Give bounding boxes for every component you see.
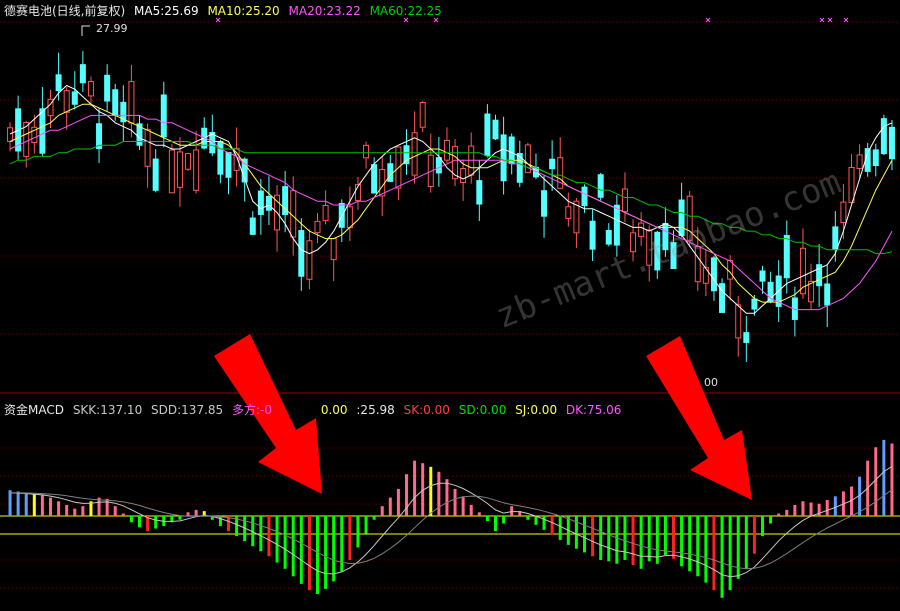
candle-body (840, 201, 847, 224)
candle-body (176, 151, 183, 188)
skk-label: SKK:137.10 (72, 403, 143, 417)
signal-mark (705, 17, 711, 23)
candle-body (298, 230, 305, 277)
candle-body (638, 222, 645, 237)
candle-body (783, 234, 790, 279)
candle-body (888, 126, 895, 160)
candle-body (55, 74, 62, 92)
candle-body (346, 206, 353, 229)
candle-body (104, 74, 111, 102)
macd-legend: 资金MACD SKK:137.10 SDD:137.85 多方:-0 0.00 … (4, 401, 626, 418)
candle-body (257, 190, 264, 215)
ma10-label: MA10:25.20 (207, 4, 280, 18)
candle-body (476, 180, 483, 205)
candle-body (743, 332, 750, 343)
candle-body (484, 113, 491, 157)
ma60-label: MA60:22.25 (369, 4, 442, 18)
candle-body (185, 153, 192, 170)
candle-body (613, 204, 620, 246)
candle-body (702, 267, 709, 284)
candle-body (39, 108, 46, 154)
candle-body (549, 158, 556, 170)
candle-body (63, 90, 70, 113)
candle-body (314, 220, 321, 234)
candle-body (403, 145, 410, 165)
candle-body (735, 304, 742, 339)
duofang-label: 多方:-0 (232, 403, 273, 417)
candle-body (872, 149, 879, 167)
candle-body (290, 190, 297, 238)
candle-body (112, 89, 119, 116)
ma5-label: MA5:25.69 (134, 4, 199, 18)
candle-body (605, 230, 612, 245)
candle-body (710, 257, 717, 292)
ma20-label: MA20:23.22 (288, 4, 361, 18)
candle-body (621, 188, 628, 213)
candle-body (443, 139, 450, 161)
candle-body (160, 94, 167, 138)
candle-body (71, 91, 78, 105)
candle-body (581, 186, 588, 207)
price-legend: 德赛电池(日线,前复权) MA5:25.69 MA10:25.20 MA20:2… (4, 2, 447, 19)
candle-body (225, 151, 232, 178)
candle-body (79, 64, 86, 84)
candle-body (759, 270, 766, 282)
candle-body (144, 128, 151, 167)
low-price-annotation: 00 (704, 376, 718, 389)
candle-body (330, 238, 337, 261)
red-arrow-right (646, 336, 752, 500)
sdd-label: SDD:137.85 (151, 403, 224, 417)
sk-label: SK:0.00 (403, 403, 450, 417)
macd-title: 资金MACD (4, 403, 64, 417)
candle-body (371, 164, 378, 194)
candle-body (322, 204, 329, 222)
candle-body (824, 283, 831, 306)
candle-body (460, 168, 467, 183)
sd-label: SD:0.00 (458, 403, 507, 417)
candle-body (419, 101, 426, 128)
candle-body (379, 169, 386, 197)
candle-body (193, 149, 200, 191)
candle-body (435, 157, 442, 174)
candle-body (363, 144, 370, 159)
candle-body (265, 195, 272, 211)
candle-body (168, 149, 175, 194)
candle-body (751, 298, 758, 310)
candle-body (492, 119, 499, 140)
candle-body (152, 158, 159, 191)
candle-body (7, 127, 14, 142)
macd-dif-line (9, 465, 893, 578)
candle-body (880, 118, 887, 155)
candle-body (249, 217, 256, 235)
candle-body (387, 163, 394, 182)
chart-canvas (0, 17, 900, 598)
candle-body (306, 240, 313, 280)
candle-body (589, 220, 596, 250)
candle-body (500, 134, 507, 182)
candle-body (565, 206, 572, 219)
dk-label: DK:75.06 (565, 403, 622, 417)
candle-body (832, 226, 839, 250)
candle-body (541, 190, 548, 217)
stock-chart-window: 德赛电池(日线,前复权) MA5:25.69 MA10:25.20 MA20:2… (0, 0, 900, 611)
signal-mark (843, 17, 849, 23)
high-marker (81, 25, 90, 36)
stock-title: 德赛电池(日线,前复权) (4, 4, 126, 18)
candle-body (87, 80, 94, 97)
candle-body (848, 166, 855, 203)
candle-body (856, 154, 863, 169)
candle-body (508, 136, 515, 165)
macd-dea-line (10, 489, 893, 570)
sj-label: SJ:0.00 (515, 403, 558, 417)
high-price-annotation: 27.99 (96, 22, 128, 35)
value-label-1: 0.00 (320, 403, 348, 417)
value-label-2: :25.98 (356, 403, 395, 417)
signal-mark (827, 17, 833, 23)
signal-mark (819, 17, 825, 23)
candle-body (597, 174, 604, 198)
candle-body (217, 140, 224, 175)
candle-body (128, 81, 135, 124)
